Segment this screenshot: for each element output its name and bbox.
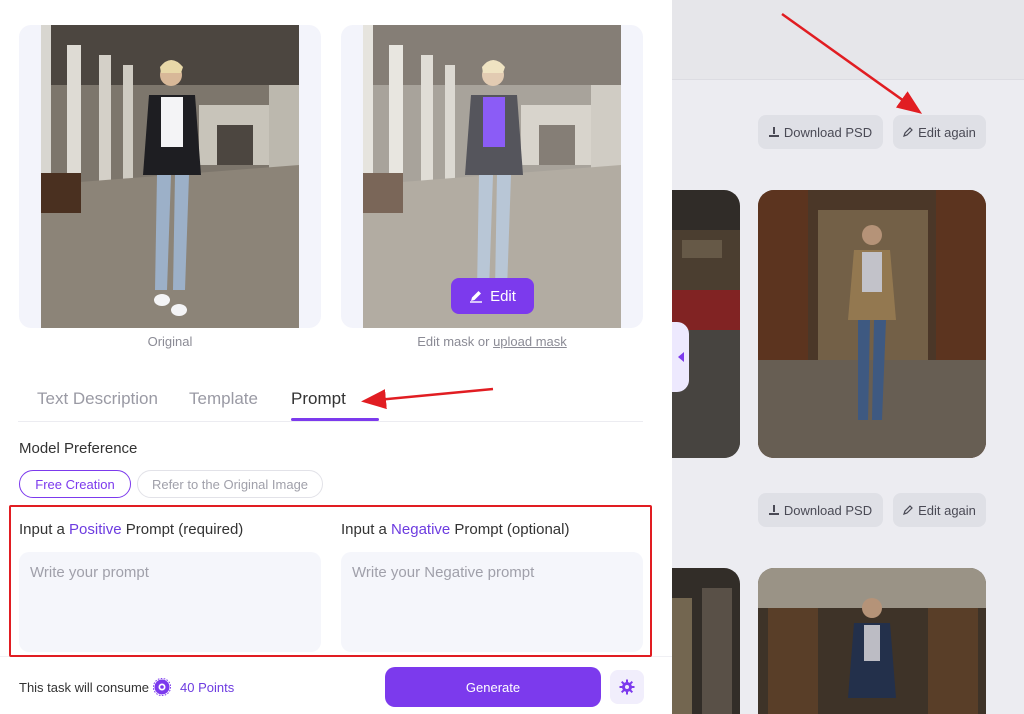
gear-icon	[619, 679, 635, 695]
model-preference-label: Model Preference	[19, 440, 138, 457]
positive-prompt-label: Input a Positive Prompt (required)	[19, 521, 243, 538]
refer-original-option[interactable]: Refer to the Original Image	[137, 470, 323, 498]
download-psd-label: Download PSD	[783, 124, 873, 140]
edit-panel: Original Edit Edit mask or upload mask T…	[0, 0, 672, 714]
tab-text-description[interactable]: Text Description	[37, 389, 158, 409]
original-image-card	[19, 25, 321, 328]
result-thumbnail[interactable]	[672, 568, 740, 714]
result-thumbnail[interactable]	[758, 568, 986, 714]
history-topbar	[672, 0, 1024, 80]
edit-again-button[interactable]: Edit again	[893, 493, 986, 527]
positive-label-prefix: Input a	[19, 521, 70, 538]
edit-button-label: Edit	[490, 287, 516, 305]
download-icon	[768, 127, 779, 137]
negative-label-highlight: Negative	[391, 521, 451, 538]
edit-again-label: Edit again	[918, 502, 976, 518]
pencil-icon	[470, 291, 483, 303]
result-history-area: Download PSD Edit again Download PSD Edi…	[672, 0, 1024, 714]
prompt-mode-tabs: Text Description Template Prompt	[18, 380, 643, 422]
negative-prompt-input[interactable]	[341, 552, 643, 652]
original-caption: Original	[147, 334, 193, 349]
pen-icon	[903, 127, 913, 137]
mask-caption: Edit mask or upload mask	[341, 334, 643, 349]
points-coin-icon	[153, 678, 171, 696]
download-psd-button[interactable]: Download PSD	[758, 493, 883, 527]
free-creation-option[interactable]: Free Creation	[19, 470, 131, 498]
original-image	[41, 25, 299, 328]
collapse-arrow-icon	[677, 352, 684, 362]
positive-prompt-input[interactable]	[19, 552, 321, 652]
positive-label-highlight: Positive	[69, 521, 122, 538]
active-tab-indicator	[291, 418, 379, 421]
settings-button[interactable]	[610, 670, 644, 704]
negative-prompt-label: Input a Negative Prompt (optional)	[341, 521, 569, 538]
negative-label-suffix: Prompt (optional)	[450, 521, 570, 538]
edit-again-label: Edit again	[918, 124, 976, 140]
download-psd-label: Download PSD	[783, 502, 873, 518]
collapse-panel-handle[interactable]	[672, 322, 689, 392]
download-psd-button[interactable]: Download PSD	[758, 115, 883, 149]
edit-again-button[interactable]: Edit again	[893, 115, 986, 149]
upload-mask-link[interactable]: upload mask	[493, 334, 567, 349]
edit-mask-button[interactable]: Edit	[451, 278, 534, 314]
download-icon	[768, 505, 779, 515]
points-value: 40 Points	[180, 680, 235, 695]
consume-text: This task will consume	[19, 680, 150, 695]
generate-button[interactable]: Generate	[385, 667, 601, 707]
tab-prompt[interactable]: Prompt	[291, 389, 346, 409]
positive-label-suffix: Prompt (required)	[121, 521, 244, 538]
mask-caption-text: Edit mask or	[417, 334, 494, 349]
tab-template[interactable]: Template	[189, 389, 258, 409]
negative-label-prefix: Input a	[341, 521, 392, 538]
pen-icon	[903, 505, 913, 515]
result-thumbnail[interactable]	[758, 190, 986, 458]
